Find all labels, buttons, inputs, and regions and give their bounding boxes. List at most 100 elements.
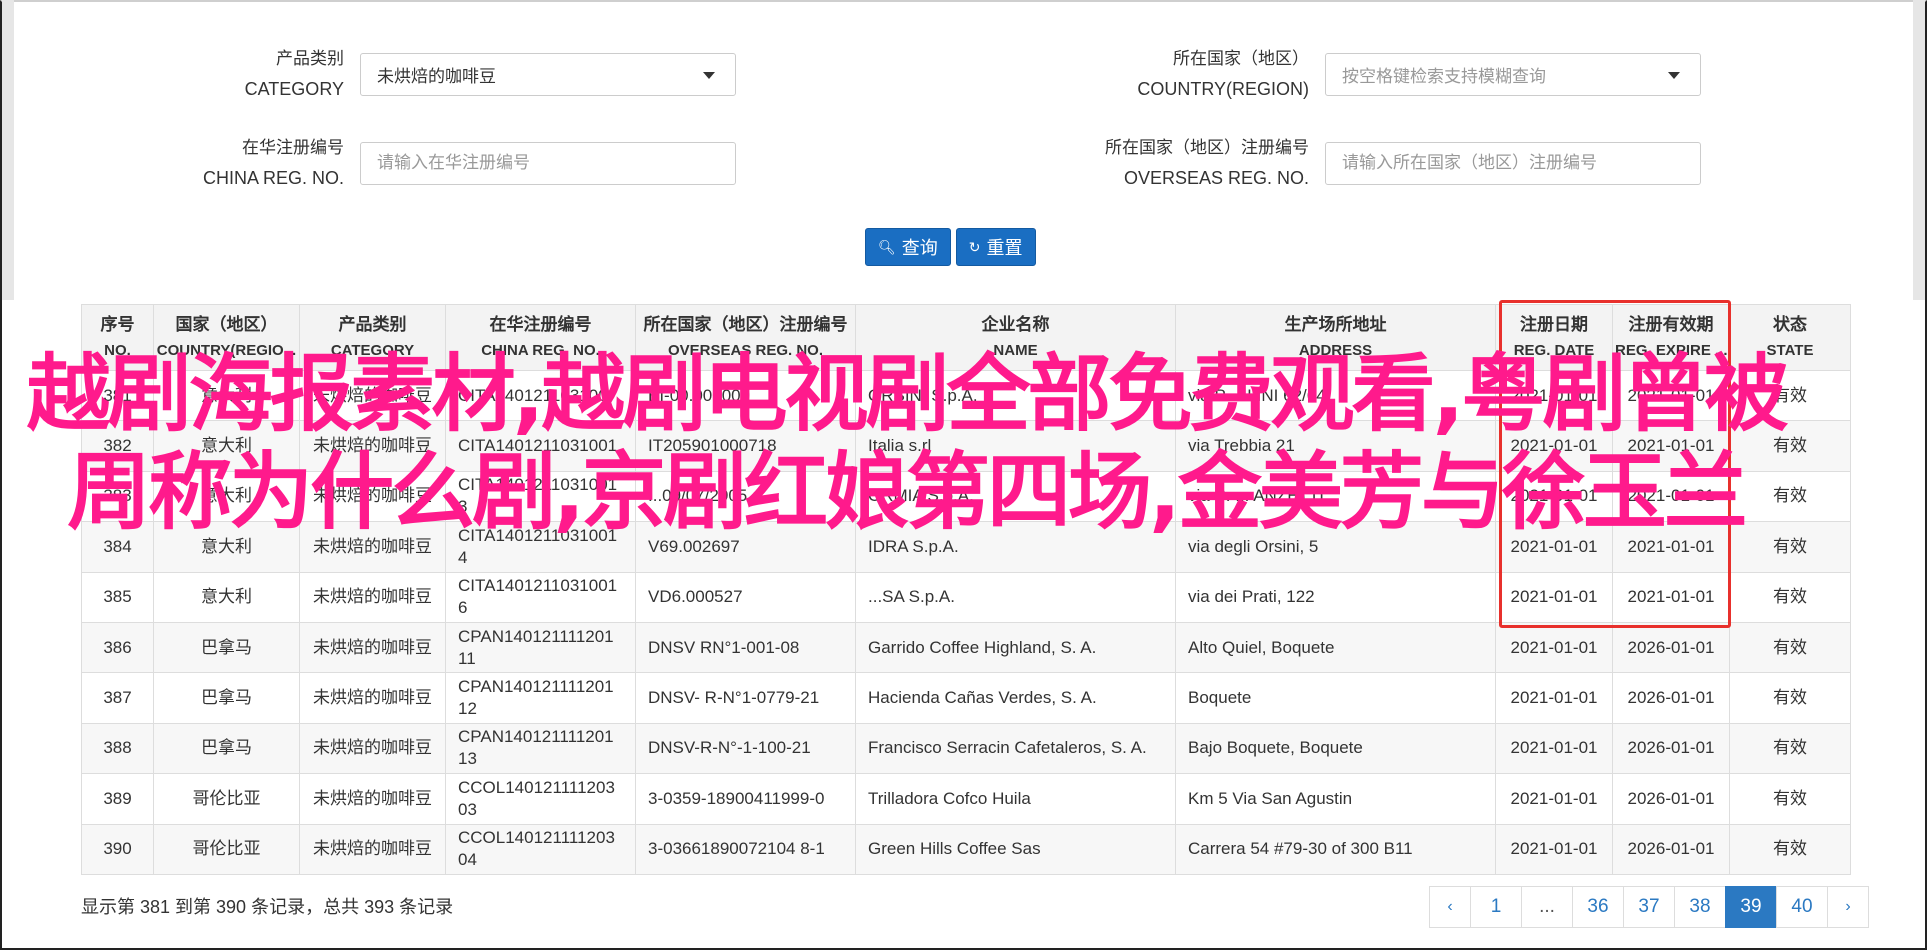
prev-page-button[interactable]: ‹ (1429, 886, 1471, 928)
column-header-en: CATEGORY (330, 341, 415, 359)
country-select[interactable]: 按空格键检索支持模糊查询 (1325, 52, 1701, 96)
cell-china-reg: CITA140121103100 (445, 369, 636, 422)
cell-name: Trilladora Cofco Huila (855, 773, 1176, 825)
cell-country: 巴拿马 (153, 621, 300, 674)
china-reg-input-wrap (360, 141, 736, 185)
cell-no: 388 (81, 722, 154, 775)
query-button[interactable]: 🔍︎ 查询 (865, 228, 951, 266)
cell-category: 未烘焙的咖啡豆 (299, 621, 446, 674)
cell-name: Green Hills Coffee Sas (855, 823, 1176, 875)
column-header-en: REG. DATE (1513, 341, 1595, 359)
category-form-group: 产品类别 CATEGORY 未烘焙的咖啡豆 (100, 43, 736, 105)
column-header[interactable]: 在华注册编号 CHINA REG. NO. (445, 304, 636, 371)
overseas-reg-label-en: OVERSEAS REG. NO. (1123, 168, 1309, 188)
cell-overseas-reg: VD6.000527 (635, 571, 856, 623)
cell-country: 巴拿马 (153, 722, 300, 775)
column-header-en: CHINA REG. NO. (481, 341, 600, 359)
overseas-reg-input[interactable] (1342, 153, 1684, 173)
cell-category: 未烘焙的咖啡豆 (299, 823, 446, 875)
cell-category: 未烘焙的咖啡豆 (299, 571, 446, 623)
table-row[interactable]: 385 意大利 未烘焙的咖啡豆 CITA1401211031001 6 VD6.0005… (81, 571, 1851, 623)
table-row[interactable]: 384 意大利 未烘焙的咖啡豆 CITA1401211031001 4 V69.0026… (81, 521, 1851, 573)
cell-reg-date: 2021-01-01 (1495, 773, 1613, 825)
column-header[interactable]: 企业名称 NAME (855, 304, 1176, 371)
cell-name: IDRA S.p.A. (855, 521, 1176, 573)
table-row[interactable]: 382 意大利 未烘焙的咖啡豆 CITA1401211031001 IT20590100… (81, 420, 1851, 472)
column-header-en: NO. (104, 341, 131, 359)
cell-overseas-reg: DNSV- R-N°1-0779-21 (635, 672, 856, 724)
table-row[interactable]: 386 巴拿马 未烘焙的咖啡豆 CPAN140121111201 11 DNSV RN°… (81, 621, 1851, 674)
column-header[interactable]: 国家（地区） COUNTRY(REGIO... (153, 304, 300, 371)
page-button-37[interactable]: 37 (1623, 886, 1675, 928)
cell-state: 有效 (1729, 722, 1851, 775)
column-header-cn: 生产场所地址 (1284, 314, 1387, 334)
reset-button-label: 重置 (986, 238, 1023, 258)
cell-reg-expire: 2026-01-01 (1612, 773, 1730, 825)
cell-reg-expire: 2021-01-01 (1612, 420, 1730, 472)
cell-category: 未烘焙的咖啡豆 (299, 369, 446, 422)
cell-address: via Trebbia 21 (1175, 420, 1496, 472)
cell-address: Bajo Boquete, Boquete (1175, 722, 1496, 775)
country-form-group: 所在国家（地区） COUNTRY(REGION) 按空格键检索支持模糊查询 (1045, 43, 1701, 105)
cell-state: 有效 (1729, 672, 1851, 724)
cell-name: ...SA S.p.A. (855, 571, 1176, 623)
table-row[interactable]: 389 哥伦比亚 未烘焙的咖啡豆 CCOL140121111203 03 3-0359-… (81, 773, 1851, 825)
cell-china-reg: CITA1401211031001 4 (445, 521, 636, 573)
column-header-en: REG. EXPIRE ... (1615, 341, 1728, 359)
cell-reg-expire: 2021-01-01 (1612, 470, 1730, 523)
column-header[interactable]: 生产场所地址 ADDRESS (1175, 304, 1496, 371)
next-page-button[interactable]: › (1827, 886, 1869, 928)
column-header-cn: 注册日期 (1520, 314, 1588, 334)
right-scroll-strip (1913, 0, 1925, 300)
column-header[interactable]: 注册日期 REG. DATE (1495, 304, 1613, 371)
page-button-36[interactable]: 36 (1572, 886, 1624, 928)
table-row[interactable]: 390 哥伦比亚 未烘焙的咖啡豆 CCOL140121111203 04 3-03661… (81, 823, 1851, 875)
category-select-value: 未烘焙的咖啡豆 (377, 66, 496, 86)
cell-country: 意大利 (153, 571, 300, 623)
cell-no: 387 (81, 672, 154, 724)
china-reg-input[interactable] (377, 153, 719, 173)
column-header-cn: 产品类别 (338, 314, 407, 334)
cell-name: Hacienda Cañas Verdes, S. A. (855, 672, 1176, 724)
table-row[interactable]: 383 意大利 未烘焙的咖啡豆 CITA1401211031001 3 ...09/07… (81, 470, 1851, 523)
cell-china-reg: CITA1401211031001 3 (445, 470, 636, 523)
cell-address: via dei Prati, 122 (1175, 571, 1496, 623)
table-row[interactable]: 387 巴拿马 未烘焙的咖啡豆 CPAN140121111201 12 DNSV- R-… (81, 672, 1851, 724)
cell-reg-expire: 2026-01-01 (1612, 823, 1730, 875)
cell-address: Boquete (1175, 672, 1496, 724)
page-button-39[interactable]: 39 (1725, 886, 1777, 928)
cell-country: 意大利 (153, 420, 300, 472)
country-label: 所在国家（地区） COUNTRY(REGION) (1045, 43, 1325, 105)
page-button-40[interactable]: 40 (1776, 886, 1828, 928)
column-header[interactable]: 注册有效期 REG. EXPIRE ... (1612, 304, 1730, 371)
cell-reg-expire: 2021-01-01 (1612, 571, 1730, 623)
cell-overseas-reg: DNSV RN°1-001-08 (635, 621, 856, 674)
china-reg-label-en: CHINA REG. NO. (202, 168, 344, 188)
cell-reg-date: 2021-01-01 (1495, 672, 1613, 724)
cell-reg-date: 2021-01-01 (1495, 621, 1613, 674)
table-row[interactable]: 388 巴拿马 未烘焙的咖啡豆 CPAN140121111201 13 DNSV-R-N… (81, 722, 1851, 775)
cell-no: 381 (81, 369, 154, 422)
cell-no: 389 (81, 773, 154, 825)
overseas-reg-label-cn: 所在国家（地区）注册编号 (1105, 138, 1309, 157)
category-select[interactable]: 未烘焙的咖啡豆 (360, 52, 736, 96)
overseas-reg-form-group: 所在国家（地区）注册编号 OVERSEAS REG. NO. (1045, 132, 1701, 194)
column-header-cn: 状态 (1773, 314, 1807, 334)
table-row[interactable]: 381 意大利 未烘焙的咖啡豆 CITA140121103100 BI-00.00000… (81, 369, 1851, 422)
table-body: 381 意大利 未烘焙的咖啡豆 CITA140121103100 BI-00.00000… (81, 369, 1851, 875)
column-header[interactable]: 产品类别 CATEGORY (299, 304, 446, 371)
column-header-en: STATE (1766, 341, 1814, 359)
category-label-en: CATEGORY (244, 79, 344, 99)
column-header[interactable]: 所在国家（地区）注册编号 OVERSEAS REG. NO. (635, 304, 856, 371)
cell-address: via P. ...LINI 62/64 (1175, 369, 1496, 422)
column-header[interactable]: 序号 NO. (81, 304, 154, 371)
page-button-1[interactable]: 1 (1470, 886, 1522, 928)
cell-name: Garrido Coffee Highland, S. A. (855, 621, 1176, 674)
cell-china-reg: CPAN140121111201 12 (445, 672, 636, 724)
china-reg-label-cn: 在华注册编号 (242, 138, 344, 157)
page-button-38[interactable]: 38 (1674, 886, 1726, 928)
reset-button[interactable]: ↻ 重置 (955, 228, 1036, 266)
cell-reg-date: 2021-01-01 (1495, 823, 1613, 875)
column-header[interactable]: 状态 STATE (1729, 304, 1851, 371)
cell-overseas-reg: DNSV-R-N°-1-100-21 (635, 722, 856, 775)
